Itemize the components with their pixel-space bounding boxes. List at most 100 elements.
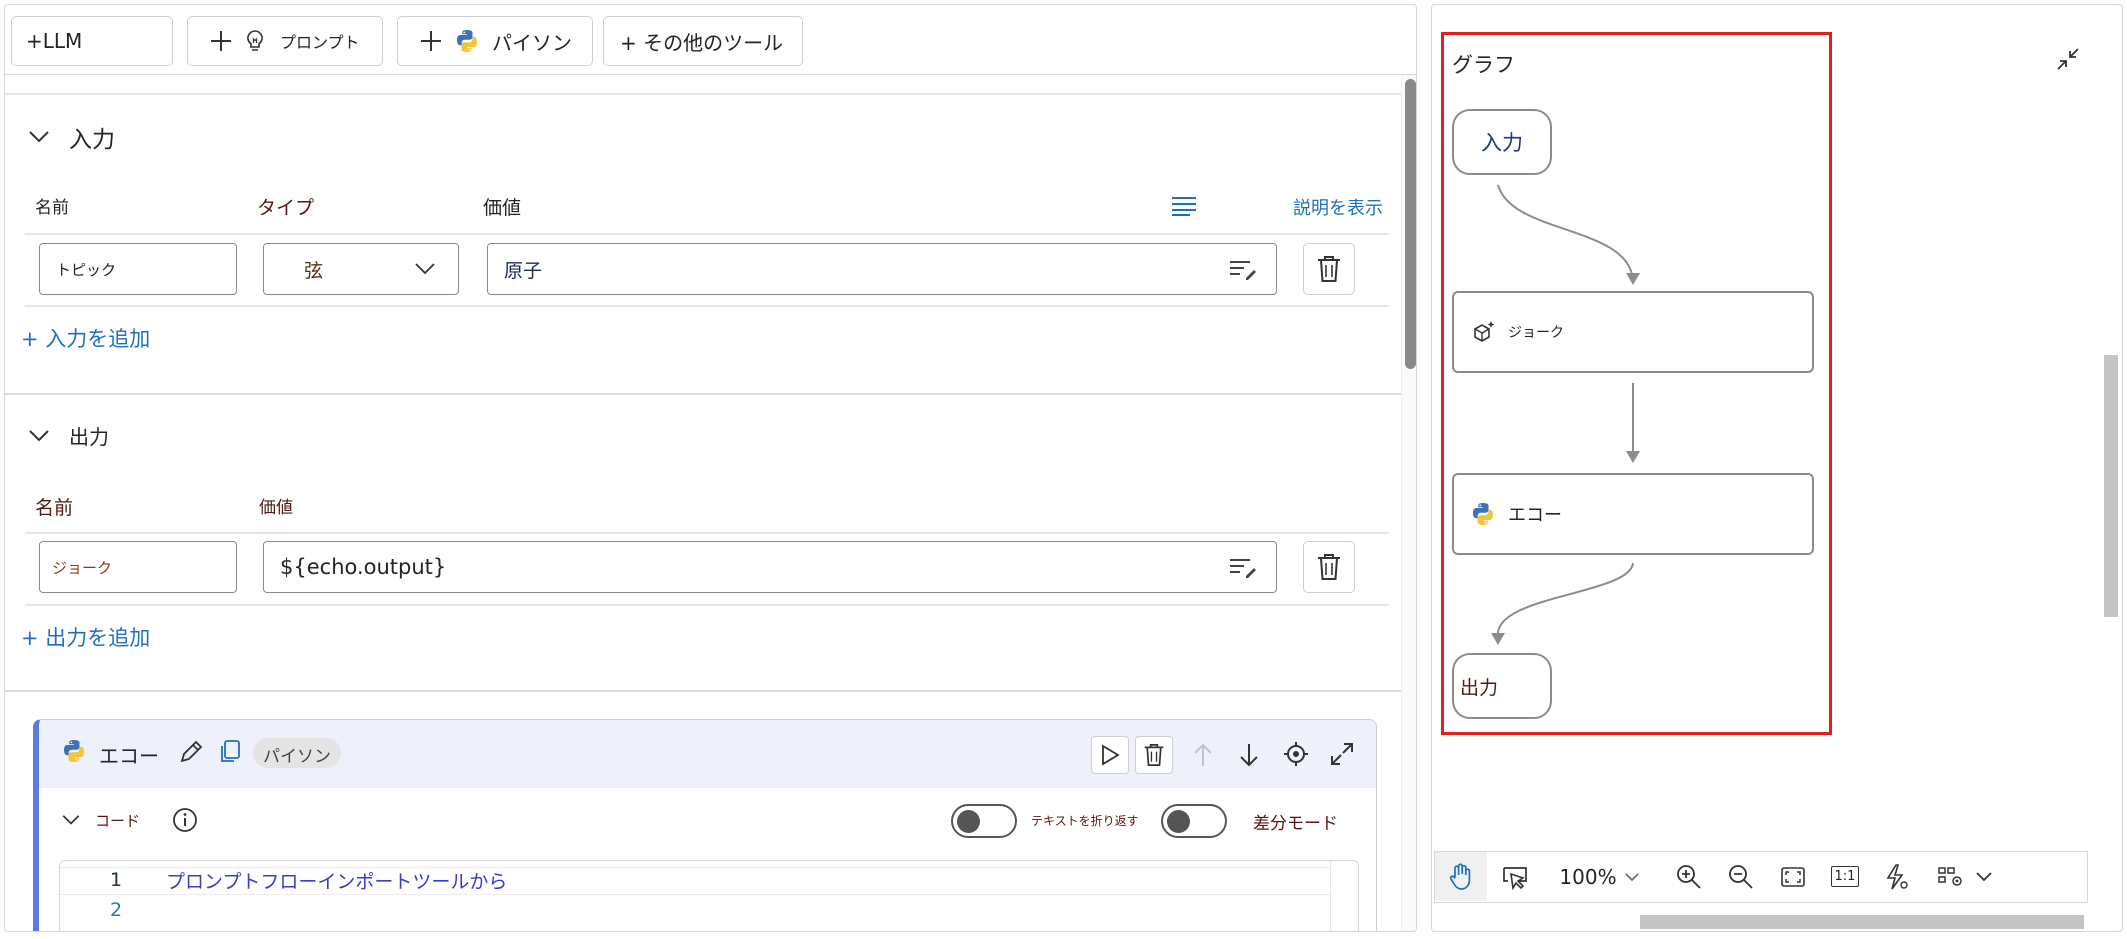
divider <box>5 690 1401 692</box>
edit-text-icon[interactable] <box>1228 555 1258 581</box>
graph-node-label: ジョーク <box>1508 325 1564 341</box>
inputs-section-title: 入力 <box>69 127 115 153</box>
add-prompt-button[interactable]: プロンプト <box>187 16 383 66</box>
trash-icon <box>1316 255 1342 283</box>
code-editor[interactable]: 1 プロンプトフローインポートツールから 2 <box>59 860 1359 931</box>
pan-mode-button[interactable] <box>1435 852 1487 901</box>
delete-output-button[interactable] <box>1303 541 1355 593</box>
move-down-icon[interactable] <box>1235 740 1263 770</box>
add-output-link[interactable]: + 出力を追加 <box>21 622 150 652</box>
chevron-down-icon <box>414 259 436 279</box>
chevron-down-icon <box>25 123 53 151</box>
divider <box>5 393 1401 395</box>
graph-toolbar: 100% 1:1 <box>1434 851 2088 903</box>
graph-hscroll-thumb[interactable] <box>1640 915 2084 929</box>
expand-icon[interactable] <box>1327 738 1357 770</box>
flow-editor-panel: +LLM プロンプト パイソン + その他のツール 入力 名前 タイプ 価値 説… <box>4 4 1417 932</box>
inputs-col-name: 名前 <box>35 198 69 218</box>
divider <box>25 233 1389 235</box>
locate-icon[interactable] <box>1281 738 1311 770</box>
editor-scroll-area: 入力 名前 タイプ 価値 説明を表示 トピック 弦 原子 + 入力を追加 出力 … <box>5 75 1401 931</box>
plus-icon <box>208 28 234 54</box>
select-mode-button[interactable] <box>1489 852 1541 901</box>
graph-node-input[interactable]: 入力 <box>1452 109 1552 175</box>
inputs-col-value: 価値 <box>483 197 522 219</box>
chevron-down-icon <box>25 422 53 450</box>
sparkle-box-icon <box>1470 318 1498 346</box>
actual-size-button[interactable]: 1:1 <box>1823 852 1867 901</box>
trash-icon <box>1143 743 1165 767</box>
outputs-section-title: 出力 <box>69 425 109 449</box>
input-value-field[interactable]: 原子 <box>487 243 1277 295</box>
output-name-field[interactable]: ジョーク <box>39 541 237 593</box>
more-tools-label: + その他のツール <box>620 30 784 55</box>
zoom-value: 100% <box>1559 864 1617 889</box>
delete-input-button[interactable] <box>1303 243 1355 295</box>
run-node-button[interactable] <box>1091 736 1129 774</box>
python-icon <box>454 28 480 54</box>
cursor-select-icon <box>1501 864 1529 890</box>
chevron-down-icon <box>1975 871 1993 883</box>
arrow-head <box>1626 273 1640 285</box>
trash-icon <box>1316 553 1342 581</box>
zoom-out-icon <box>1728 864 1754 890</box>
graph-node-output[interactable]: 出力 <box>1452 653 1552 719</box>
diff-mode-toggle[interactable] <box>1161 804 1227 838</box>
code-label: コード <box>95 811 141 830</box>
description-lines-icon[interactable] <box>1169 193 1199 219</box>
minimap-divider <box>1330 861 1331 931</box>
fit-screen-icon <box>1780 865 1806 889</box>
add-python-label: パイソン <box>492 30 572 55</box>
input-name-field[interactable]: トピック <box>39 243 237 295</box>
info-icon[interactable] <box>171 806 199 834</box>
add-python-button[interactable]: パイソン <box>397 16 593 66</box>
play-icon <box>1100 744 1120 766</box>
graph-node-joke[interactable]: ジョーク <box>1452 291 1814 373</box>
add-prompt-label: プロンプト <box>280 33 360 52</box>
chevron-down-icon <box>59 808 83 832</box>
hand-icon <box>1448 862 1474 891</box>
zoom-out-button[interactable] <box>1719 852 1763 901</box>
line-number: 2 <box>110 899 123 921</box>
chevron-down-icon <box>1625 872 1639 882</box>
pencil-icon[interactable] <box>177 738 205 766</box>
graph-vscroll-thumb[interactable] <box>2104 355 2118 617</box>
edge-input-joke <box>1497 184 1634 282</box>
fit-view-button[interactable] <box>1771 852 1815 901</box>
zoom-in-button[interactable] <box>1667 852 1711 901</box>
top-toolbar: +LLM プロンプト パイソン + その他のツール <box>5 5 1416 75</box>
move-up-icon[interactable] <box>1189 740 1217 770</box>
edit-text-icon[interactable] <box>1228 257 1258 283</box>
zoom-select[interactable]: 100% <box>1555 852 1643 901</box>
input-type-select[interactable]: 弦 <box>263 243 459 295</box>
inputs-col-type: タイプ <box>257 197 315 219</box>
editor-scrollbar-thumb[interactable] <box>1405 79 1416 369</box>
plus-icon <box>418 28 444 54</box>
node-title: エコー <box>99 744 159 768</box>
graph-node-echo[interactable]: エコー <box>1452 473 1814 555</box>
layout-settings-icon <box>1937 865 1965 889</box>
line-number: 1 <box>110 869 123 891</box>
diff-mode-label: 差分モード <box>1253 814 1338 834</box>
delete-node-button[interactable] <box>1135 736 1173 774</box>
actual-size-icon: 1:1 <box>1830 866 1860 887</box>
add-llm-button[interactable]: +LLM <box>11 16 173 66</box>
wrap-text-toggle[interactable] <box>951 804 1017 838</box>
output-value-field[interactable]: ${echo.output} <box>263 541 1277 593</box>
copy-icon[interactable] <box>217 738 243 766</box>
graph-node-label: 出力 <box>1460 676 1499 699</box>
divider <box>25 532 1389 534</box>
auto-layout-button[interactable] <box>1875 852 1919 901</box>
show-description-link[interactable]: 説明を表示 <box>1293 194 1383 220</box>
outputs-section-header[interactable]: 出力 <box>25 421 109 450</box>
lightbulb-icon <box>244 28 266 54</box>
inputs-section-header[interactable]: 入力 <box>25 120 115 154</box>
wrap-text-label: テキストを折り返す <box>1031 814 1139 828</box>
layout-settings-button[interactable] <box>1927 852 2003 901</box>
more-tools-button[interactable]: + その他のツール <box>603 16 803 66</box>
echo-node-card: エコー パイソン コード テキストを折り返す 差分モード 1 プロンプトフローイ… <box>33 719 1377 931</box>
add-llm-label: +LLM <box>26 29 83 53</box>
add-input-link[interactable]: + 入力を追加 <box>21 323 150 353</box>
outputs-col-value: 価値 <box>259 498 293 518</box>
code-section-header[interactable]: コード <box>59 808 140 832</box>
